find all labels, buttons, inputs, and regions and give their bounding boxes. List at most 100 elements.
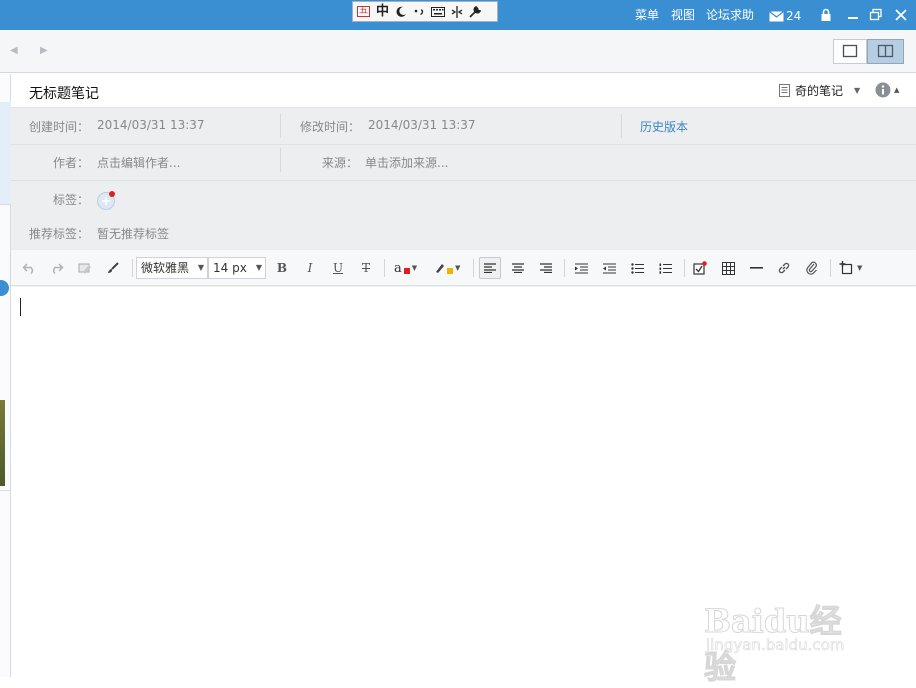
outdent-icon [602,262,616,274]
outdent-button[interactable] [600,259,618,277]
align-left-button[interactable] [479,257,501,279]
list-divider [0,204,11,205]
font-color-swatch [403,268,410,274]
divider [280,114,281,138]
list-divider [0,490,11,491]
format-painter-button[interactable] [104,259,122,277]
note-list-pane-edge[interactable] [0,74,11,677]
divider [684,259,685,277]
meta-row-author: 作者： 点击编辑作者... 来源： 单击添加来源... [11,145,916,181]
font-size-value: 14 px [213,261,247,275]
italic-button[interactable]: I [301,259,319,277]
ime-mode-badge[interactable]: 五 [357,6,371,17]
font-color-button[interactable]: a ▼ [394,259,424,277]
divider [384,259,385,277]
forward-arrow-icon[interactable]: ▶ [40,45,48,56]
clear-format-button[interactable] [76,259,94,277]
author-field[interactable]: 点击编辑作者... [97,154,180,171]
strikethrough-button[interactable]: T [357,259,375,277]
horizontal-rule-button[interactable] [747,259,765,277]
attachment-button[interactable] [803,259,821,277]
insert-table-button[interactable] [719,259,737,277]
back-arrow-icon[interactable]: ◀ [10,45,18,56]
menu-button[interactable]: 菜单 [635,8,659,22]
split-pane-layout-button[interactable] [867,39,904,64]
highlight-color-swatch [447,268,453,274]
font-family-select[interactable]: 微软雅黑 ▼ [136,257,208,279]
minimize-icon[interactable] [846,8,860,22]
indent-button[interactable] [572,259,590,277]
redo-button[interactable] [48,259,66,277]
split-icon[interactable] [451,5,463,18]
divider [621,114,622,138]
chevron-down-icon: ▼ [197,263,204,272]
info-button[interactable]: ▲ [875,82,899,98]
navigation-bar: ◀ ▶ [0,30,916,73]
keyboard-icon[interactable] [431,6,446,17]
chevron-down-icon: ▼ [255,263,262,272]
author-label: 作者： [53,156,90,170]
table-icon [721,261,735,275]
notebook-name: 奇的笔记 [795,84,844,98]
notebook-selector[interactable]: 奇的笔记 ▼ [779,82,860,99]
editor-toolbar: 微软雅黑 ▼ 14 px ▼ B I U T a ▼ ▼ ▼ [11,250,916,286]
align-right-button[interactable] [537,259,555,277]
created-time-value: 2014/03/31 13:37 [97,118,205,132]
note-title-input[interactable]: 无标题笔记 [29,83,99,103]
split-pane-icon [877,44,894,58]
divider [280,148,281,172]
single-pane-layout-button[interactable] [833,39,867,64]
wrench-icon[interactable] [469,5,482,18]
bullet-list-button[interactable] [628,259,646,277]
notebook-icon [779,84,790,97]
horizontal-rule-icon [749,267,763,269]
highlight-color-button[interactable]: ▼ [435,259,465,277]
meta-row-times: 创建时间： 2014/03/31 13:37 修改时间： 2014/03/31 … [11,108,916,144]
source-label: 来源： [322,156,359,170]
source-field[interactable]: 单击添加来源... [365,154,448,171]
view-menu-button[interactable]: 视图 [671,8,695,22]
punctuation-icon[interactable] [413,6,425,18]
undo-button[interactable] [20,259,38,277]
add-tag-button[interactable] [96,189,118,214]
align-center-icon [512,263,524,273]
selected-list-item-edge[interactable] [0,102,11,204]
bold-button[interactable]: B [273,259,291,277]
numbered-list-icon [659,263,672,274]
modified-time-value: 2014/03/31 13:37 [368,118,476,132]
history-version-link[interactable]: 历史版本 [640,118,688,135]
forum-help-link[interactable]: 论坛求助 [706,8,754,22]
note-title-row: 无标题笔记 奇的笔记 ▼ ▲ [11,74,916,108]
restore-icon[interactable] [869,8,883,22]
numbered-list-button[interactable] [656,259,674,277]
lock-icon[interactable] [819,8,833,22]
created-time-label: 创建时间： [29,120,90,134]
insert-link-button[interactable] [775,259,793,277]
recommended-tags-label: 推荐标签： [29,227,90,241]
checkbox-icon [693,261,707,275]
font-family-value: 微软雅黑 [141,261,190,275]
title-bar: 五 中 菜单 视图 论坛求助 24 [0,0,916,30]
chevron-down-icon: ▼ [854,86,861,95]
mail-button[interactable]: 24 [769,9,801,23]
bullet-list-icon [630,262,644,274]
checkbox-button[interactable] [691,259,709,277]
align-center-button[interactable] [509,259,527,277]
moon-icon[interactable] [395,6,407,18]
close-icon[interactable] [894,8,908,22]
chevron-down-icon: ▼ [411,264,418,272]
add-tag-icon [97,191,115,210]
underline-button[interactable]: U [329,259,347,277]
font-size-select[interactable]: 14 px ▼ [208,257,266,279]
ime-language-toggle[interactable]: 中 [376,5,389,18]
baidu-jingyan-watermark: Baidu经验 jingyan.baidu.com [700,592,870,687]
mail-icon [769,10,784,21]
meta-row-recommend: 推荐标签： 暂无推荐标签 [11,215,916,251]
ime-toolbar[interactable]: 五 中 [352,1,498,22]
insert-more-button[interactable]: ▼ [839,259,871,277]
link-icon [778,262,790,274]
mail-count: 24 [786,9,802,23]
indent-icon [574,262,588,274]
recommended-tags-value: 暂无推荐标签 [97,227,170,241]
highlighter-icon [436,264,444,273]
